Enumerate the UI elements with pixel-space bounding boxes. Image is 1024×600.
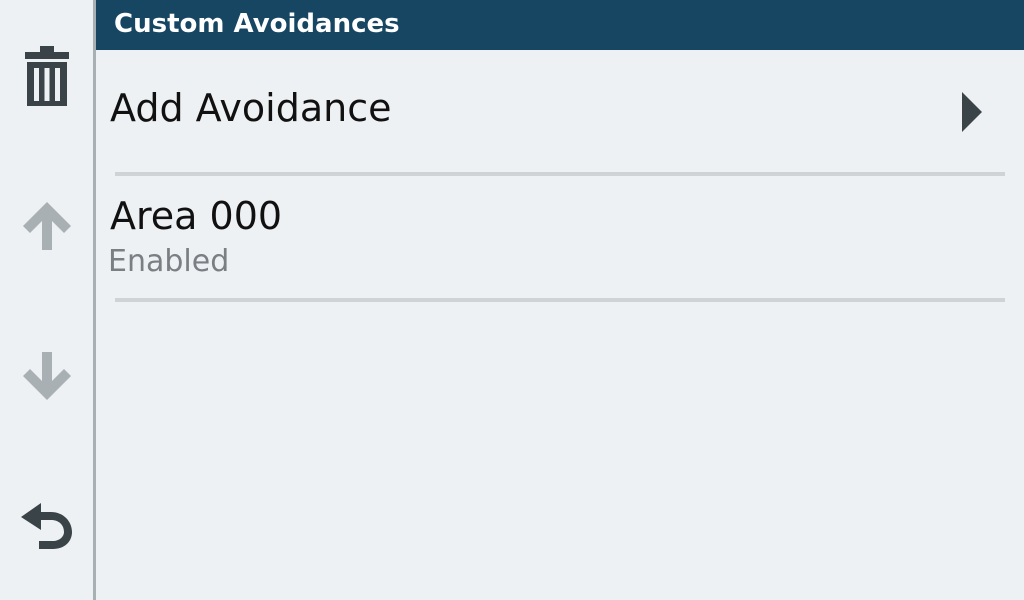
arrow-down-icon (22, 352, 71, 400)
list-item-title: Area 000 (110, 194, 283, 238)
add-avoidance-label: Add Avoidance (110, 86, 392, 130)
arrow-up-icon (22, 202, 71, 250)
avoidance-list: Add Avoidance Area 000 Enabled (96, 50, 1024, 600)
chevron-right-icon (962, 92, 982, 132)
page-title: Custom Avoidances (114, 9, 400, 39)
back-arrow-icon (20, 503, 72, 549)
list-item-status: Enabled (108, 244, 230, 279)
delete-button[interactable] (0, 22, 93, 132)
left-toolbar (0, 0, 96, 600)
move-down-button[interactable] (0, 321, 93, 431)
add-avoidance-button[interactable]: Add Avoidance (96, 50, 1024, 172)
app-window: Custom Avoidances Add Avoidance Area 000… (0, 0, 1024, 600)
divider (115, 172, 1005, 176)
page-header: Custom Avoidances (96, 0, 1024, 50)
list-item[interactable]: Area 000 Enabled (96, 178, 1024, 298)
trash-icon (24, 46, 69, 106)
move-up-button[interactable] (0, 171, 93, 281)
back-button[interactable] (0, 471, 93, 581)
divider (115, 298, 1005, 302)
